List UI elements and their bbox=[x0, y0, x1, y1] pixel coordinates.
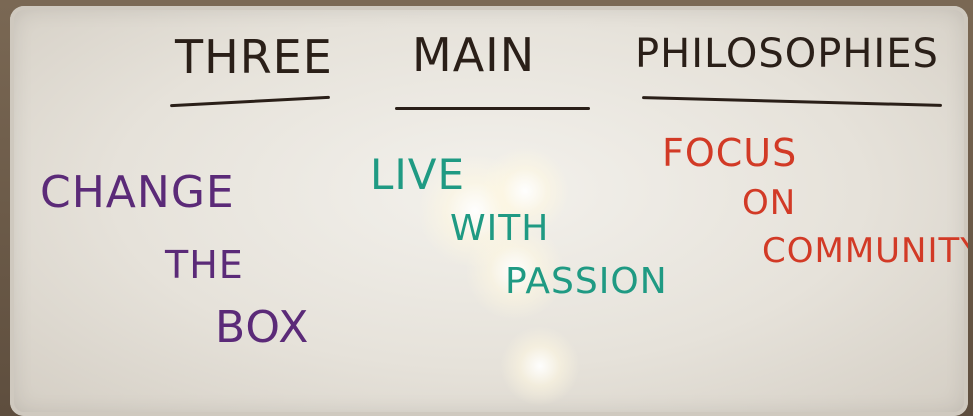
photo-scene: THREE MAIN PHILOSOPHIES CHANGE THE BOX L… bbox=[0, 0, 973, 416]
title-underline bbox=[642, 96, 942, 107]
whiteboard: THREE MAIN PHILOSOPHIES CHANGE THE BOX L… bbox=[10, 6, 968, 416]
title-word-philosophies: PHILOSOPHIES bbox=[635, 31, 939, 77]
philosophy-3-line-3: COMMUNITY bbox=[762, 231, 968, 271]
philosophy-2-line-2: WITH bbox=[450, 208, 550, 249]
philosophy-1-line-3: BOX bbox=[215, 302, 310, 353]
philosophy-2-line-1: LIVE bbox=[370, 150, 466, 199]
philosophy-2-line-3: PASSION bbox=[505, 261, 668, 302]
philosophy-1-line-1: CHANGE bbox=[40, 167, 235, 218]
title-word-main: MAIN bbox=[412, 28, 536, 82]
title-underline bbox=[170, 95, 330, 108]
philosophy-1-line-2: THE bbox=[165, 243, 244, 287]
light-reflection bbox=[500, 326, 580, 406]
title-underline bbox=[395, 107, 590, 110]
philosophy-3-line-2: ON bbox=[742, 183, 797, 223]
title-word-three: THREE bbox=[175, 30, 333, 84]
philosophy-3-line-1: FOCUS bbox=[662, 131, 798, 175]
